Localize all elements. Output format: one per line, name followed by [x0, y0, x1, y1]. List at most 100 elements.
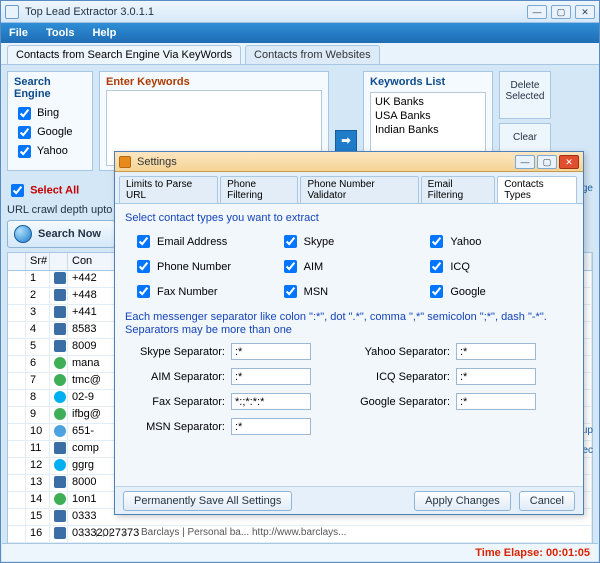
row-sr: 2 — [26, 288, 50, 304]
row-select[interactable] — [8, 390, 26, 406]
row-select[interactable] — [8, 526, 26, 542]
phone-icon — [54, 476, 66, 488]
tab-phone-filtering[interactable]: Phone Filtering — [220, 176, 298, 203]
type-msn-checkbox[interactable] — [284, 285, 297, 298]
row-select[interactable] — [8, 424, 26, 440]
aim-sep-input[interactable] — [231, 368, 311, 385]
col-sr[interactable]: Sr# — [26, 253, 50, 270]
keyword-item[interactable]: USA Banks — [375, 109, 481, 123]
minimize-button[interactable]: — — [527, 5, 547, 19]
settings-close-button[interactable]: ✕ — [559, 155, 579, 169]
maximize-button[interactable]: ▢ — [551, 5, 571, 19]
row-icon-cell — [50, 373, 68, 389]
keyword-item[interactable]: UK Banks — [375, 95, 481, 109]
type-fax[interactable]: Fax Number — [133, 282, 280, 301]
type-skype[interactable]: Skype — [280, 232, 427, 251]
apply-changes-button[interactable]: Apply Changes — [414, 491, 511, 511]
row-icon-cell — [50, 492, 68, 508]
delete-selected-button[interactable]: Delete Selected — [499, 71, 551, 119]
engine-yahoo-checkbox[interactable] — [18, 145, 31, 158]
row-select[interactable] — [8, 441, 26, 457]
type-google[interactable]: Google — [426, 282, 573, 301]
row-select[interactable] — [8, 373, 26, 389]
time-elapse: Time Elapse: 00:01:05 — [475, 547, 590, 559]
menubar: File Tools Help — [1, 23, 599, 43]
keyword-item[interactable]: Indian Banks — [375, 123, 481, 137]
settings-instruction: Select contact types you want to extract — [125, 212, 573, 224]
type-email-checkbox[interactable] — [137, 235, 150, 248]
type-google-checkbox[interactable] — [430, 285, 443, 298]
type-msn[interactable]: MSN — [280, 282, 427, 301]
settings-dialog: Settings — ▢ ✕ Limits to Parse URL Phone… — [114, 151, 584, 515]
row-select[interactable] — [8, 356, 26, 372]
add-keyword-button[interactable]: ➡ — [335, 130, 357, 152]
row-select[interactable] — [8, 322, 26, 338]
fax-sep-input[interactable] — [231, 393, 311, 410]
close-button[interactable]: ✕ — [575, 5, 595, 19]
settings-icon — [119, 156, 131, 168]
settings-minimize-button[interactable]: — — [515, 155, 535, 169]
skype-icon — [54, 391, 66, 403]
menu-file[interactable]: File — [9, 27, 28, 39]
tab-contacts-types[interactable]: Contacts Types — [497, 176, 577, 203]
yahoo-sep-input[interactable] — [456, 343, 536, 360]
engine-bing-checkbox[interactable] — [18, 107, 31, 120]
type-skype-checkbox[interactable] — [284, 235, 297, 248]
engine-google[interactable]: Google — [14, 126, 73, 138]
scrollbar-hint[interactable]: ‹ III › — [81, 529, 130, 540]
type-aim[interactable]: AIM — [280, 257, 427, 276]
cancel-button[interactable]: Cancel — [519, 491, 575, 511]
ec-link-partial[interactable]: ec — [582, 445, 593, 456]
icq-sep-input[interactable] — [456, 368, 536, 385]
tab-phone-validator[interactable]: Phone Number Validator — [300, 176, 418, 203]
select-all-checkbox[interactable] — [11, 184, 24, 197]
row-select[interactable] — [8, 492, 26, 508]
type-phone-checkbox[interactable] — [137, 260, 150, 273]
titlebar: Top Lead Extractor 3.0.1.1 — ▢ ✕ — [1, 1, 599, 23]
phone-icon — [54, 306, 66, 318]
google-sep-input[interactable] — [456, 393, 536, 410]
row-select[interactable] — [8, 407, 26, 423]
type-email[interactable]: Email Address — [133, 232, 280, 251]
row-select[interactable] — [8, 305, 26, 321]
row-select[interactable] — [8, 271, 26, 287]
row-sr: 6 — [26, 356, 50, 372]
menu-help[interactable]: Help — [92, 27, 116, 39]
row-icon-cell — [50, 407, 68, 423]
tab-websites[interactable]: Contacts from Websites — [245, 45, 380, 64]
type-icq-checkbox[interactable] — [430, 260, 443, 273]
row-sr: 16 — [26, 526, 50, 542]
engine-google-checkbox[interactable] — [18, 126, 31, 139]
settings-title: Settings — [137, 156, 513, 168]
msn-sep-input[interactable] — [231, 418, 311, 435]
row-select[interactable] — [8, 475, 26, 491]
other-icon — [54, 425, 66, 437]
main-window: Top Lead Extractor 3.0.1.1 — ▢ ✕ File To… — [0, 0, 600, 563]
row-select[interactable] — [8, 509, 26, 525]
phone-icon — [54, 272, 66, 284]
type-aim-checkbox[interactable] — [284, 260, 297, 273]
search-now-button[interactable]: Search Now — [7, 220, 115, 248]
row-sr: 4 — [26, 322, 50, 338]
tab-limits[interactable]: Limits to Parse URL — [119, 176, 218, 203]
type-yahoo[interactable]: Yahoo — [426, 232, 573, 251]
row-select[interactable] — [8, 288, 26, 304]
menu-tools[interactable]: Tools — [46, 27, 75, 39]
perm-save-button[interactable]: Permanently Save All Settings — [123, 491, 292, 511]
type-phone[interactable]: Phone Number — [133, 257, 280, 276]
phone-icon — [54, 442, 66, 454]
row-select[interactable] — [8, 339, 26, 355]
skype-sep-input[interactable] — [231, 343, 311, 360]
settings-maximize-button[interactable]: ▢ — [537, 155, 557, 169]
skype-icon — [54, 459, 66, 471]
type-icq[interactable]: ICQ — [426, 257, 573, 276]
tab-search-engine[interactable]: Contacts from Search Engine Via KeyWords — [7, 45, 241, 64]
type-yahoo-checkbox[interactable] — [430, 235, 443, 248]
engine-yahoo[interactable]: Yahoo — [14, 145, 68, 157]
tab-email-filtering[interactable]: Email Filtering — [421, 176, 496, 203]
row-select[interactable] — [8, 458, 26, 474]
type-fax-checkbox[interactable] — [137, 285, 150, 298]
phone-icon — [54, 289, 66, 301]
engine-bing[interactable]: Bing — [14, 107, 59, 119]
contact-types-grid: Email Address Skype Yahoo Phone Number A… — [125, 232, 573, 301]
